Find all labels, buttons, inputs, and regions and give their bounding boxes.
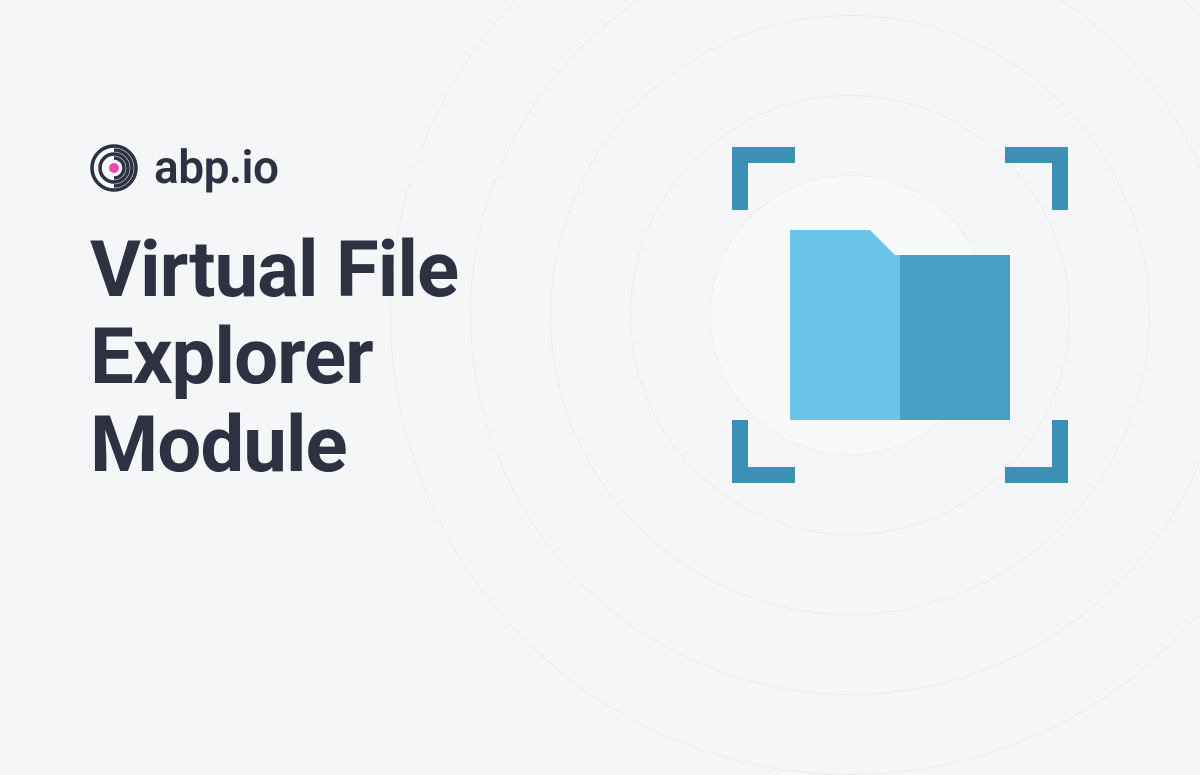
brand-logo: abp.io	[90, 141, 690, 195]
illustration-column	[690, 125, 1110, 505]
abp-logo-icon	[90, 144, 138, 192]
title-line-3: Module	[90, 400, 347, 491]
brand-name: abp.io	[154, 141, 279, 195]
title-line-2: Explorer	[90, 312, 373, 403]
page-title: Virtual File Explorer Module	[90, 227, 690, 489]
title-line-1: Virtual File	[90, 225, 458, 316]
folder-scan-icon	[710, 125, 1090, 505]
banner-content: abp.io Virtual File Explorer Module	[0, 0, 1200, 630]
text-column: abp.io Virtual File Explorer Module	[90, 141, 690, 489]
